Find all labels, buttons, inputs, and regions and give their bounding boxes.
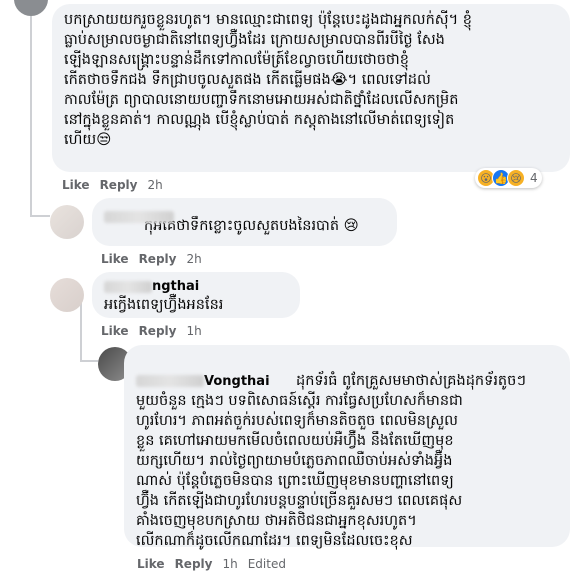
thread-line — [80, 300, 82, 360]
timestamp[interactable]: 2h — [186, 252, 201, 266]
timestamp[interactable]: 1h — [222, 557, 237, 571]
thread-line — [30, 16, 32, 216]
like-button[interactable]: Like — [101, 252, 129, 266]
comment-bubble: ngthai អកើ្វងពេទ្យហ្វ៊ឺងអននែរ — [92, 272, 300, 318]
comment-text: ដុកទ័រធំ ពូកែគ្រួសមមាថាស់គ្រងដុកទ័រតូចៗ … — [136, 373, 526, 549]
timestamp[interactable]: 2h — [147, 178, 162, 192]
thread-line — [80, 360, 98, 362]
edited-label: Edited — [247, 557, 286, 571]
like-button[interactable]: Like — [137, 557, 165, 571]
comment-text: អកើ្វងពេទ្យហ្វ៊ឺងអននែរ — [104, 297, 224, 313]
comment-bubble: Vongthai ដុកទ័រធំ ពូកែគ្រួសមមាថាស់គ្រងដុ… — [124, 345, 570, 549]
comment-actions: Like Reply 1h Edited — [137, 557, 286, 571]
avatar[interactable] — [50, 278, 84, 312]
avatar[interactable] — [50, 205, 84, 239]
reply-button[interactable]: Reply — [139, 252, 177, 266]
comment-bubble: បកស្រាយយករួចខ្លួនរហូត។ មានឈ្មោះជាពេទ្យ ប… — [52, 4, 570, 172]
reply-button[interactable]: Reply — [175, 557, 213, 571]
comment-bubble: កុំអីគេថាទឹកខ្លោះចូលសួតបងនៃរបាត់ 😢 — [92, 198, 397, 246]
comment-actions: Like Reply 2h — [62, 178, 163, 192]
sad-reaction-icon: 😢 — [507, 169, 525, 187]
commenter-name-redacted — [136, 375, 204, 387]
comment-text: កុំអីគេថាទឹកខ្លោះចូលសួតបងនៃរបាត់ 😢 — [144, 218, 359, 234]
avatar[interactable] — [14, 0, 48, 16]
comment-actions: Like Reply 2h — [101, 252, 202, 266]
timestamp[interactable]: 1h — [186, 324, 201, 338]
like-button[interactable]: Like — [101, 324, 129, 338]
commenter-name[interactable]: Vongthai — [204, 374, 270, 389]
reaction-count: 4 — [530, 171, 538, 185]
reactions-summary[interactable]: 😮 👍 😢 4 — [475, 168, 542, 188]
commenter-name-redacted — [104, 280, 152, 293]
comment-text: បកស្រាយយករួចខ្លួនរហូត។ មានឈ្មោះជាពេទ្យ ប… — [64, 12, 472, 148]
reply-button[interactable]: Reply — [100, 178, 138, 192]
comment-actions: Like Reply 1h — [101, 324, 202, 338]
like-button[interactable]: Like — [62, 178, 90, 192]
commenter-name[interactable]: ngthai — [152, 279, 199, 294]
thread-line — [30, 215, 50, 217]
reply-button[interactable]: Reply — [139, 324, 177, 338]
